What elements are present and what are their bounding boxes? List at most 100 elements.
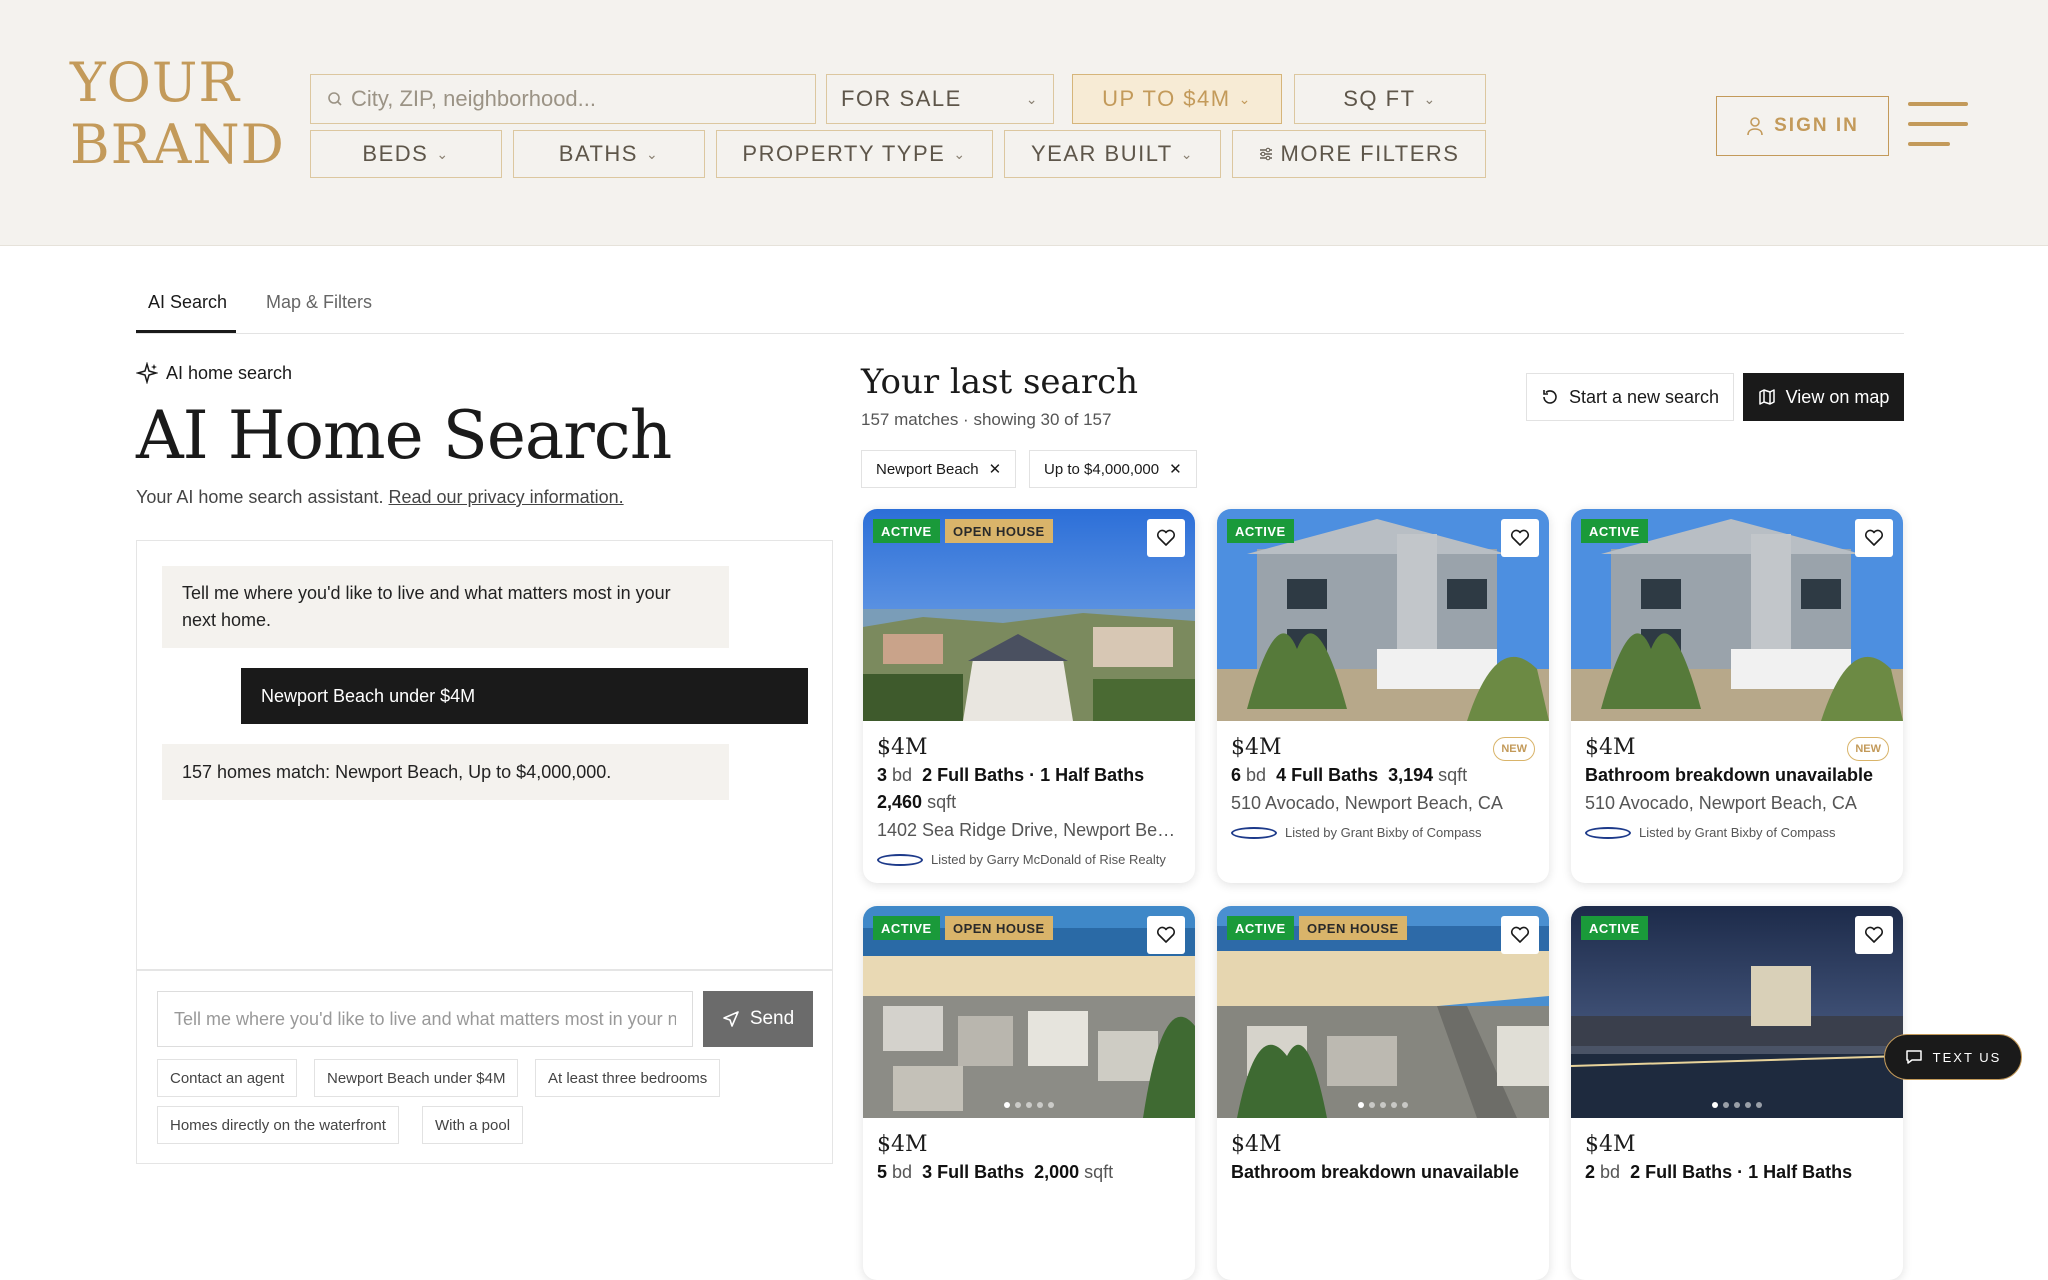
user-icon (1747, 117, 1763, 136)
menu-icon[interactable] (1908, 100, 1968, 150)
listing-sqft: 2,460 sqft (877, 792, 956, 813)
sqft-filter[interactable]: SQ FT ⌄ (1294, 74, 1486, 124)
favorite-button[interactable] (1501, 916, 1539, 954)
listing-card[interactable]: ACTIVE OPEN HOUSE $4M 3 bd 2 Full Baths … (863, 509, 1195, 883)
listing-photo[interactable]: ACTIVE OPEN HOUSE (1217, 906, 1549, 1118)
listing-card[interactable]: ACTIVE OPEN HOUSE $4M 5 bd 3 Full Baths … (863, 906, 1195, 1280)
mls-logo (1231, 826, 1277, 839)
tab-map-filters[interactable]: Map & Filters (266, 292, 372, 313)
more-filters-button[interactable]: MORE FILTERS (1232, 130, 1486, 178)
view-on-map-button[interactable]: View on map (1743, 373, 1904, 421)
chat-message-user: Newport Beach under $4M (241, 668, 808, 724)
property-type-filter[interactable]: PROPERTY TYPE ⌄ (716, 130, 993, 178)
filter-pill[interactable]: Newport Beach ✕ (861, 450, 1017, 488)
suggestion-chip[interactable]: Homes directly on the waterfront (157, 1106, 399, 1144)
suggestion-chip[interactable]: At least three bedrooms (535, 1059, 721, 1097)
location-search[interactable] (310, 74, 816, 124)
close-icon[interactable]: ✕ (989, 460, 1002, 478)
favorite-button[interactable] (1855, 916, 1893, 954)
listing-beds-baths: 2 bd 2 Full Baths · 1 Half Baths (1585, 1162, 1852, 1183)
listing-beds-baths: 3 bd 2 Full Baths · 1 Half Baths (877, 765, 1144, 786)
listing-price: $4M (1231, 1132, 1282, 1157)
photo-carousel-dots[interactable] (1712, 1102, 1762, 1108)
suggestion-chip[interactable]: Newport Beach under $4M (314, 1059, 519, 1097)
beds-count: 2 (1585, 1162, 1596, 1182)
new-search-button[interactable]: Start a new search (1526, 373, 1734, 421)
listing-card[interactable]: ACTIVE $4M NEW Bathroom breakdown unavai… (1571, 509, 1903, 883)
location-search-input[interactable] (351, 86, 791, 112)
heart-icon (1510, 529, 1530, 546)
chevron-down-icon: ⌄ (953, 145, 967, 162)
active-tab-indicator (136, 330, 236, 333)
listing-price: $4M (1585, 735, 1636, 760)
send-icon (723, 1011, 739, 1027)
close-icon[interactable]: ✕ (1169, 460, 1182, 478)
listing-photo[interactable]: ACTIVE (1571, 906, 1903, 1118)
open-house-badge: OPEN HOUSE (945, 519, 1053, 543)
sqft-value: 2,460 (877, 792, 923, 812)
listing-beds-baths: 6 bd 4 Full Baths 3,194 sqft (1231, 765, 1467, 786)
text-us-button[interactable]: TEXT US (1884, 1034, 2022, 1080)
heart-icon (1864, 926, 1884, 943)
listing-card[interactable]: ACTIVE OPEN HOUSE $4M Bathroom breakdown… (1217, 906, 1549, 1280)
filter-pill-label: Newport Beach (876, 460, 979, 478)
chevron-down-icon: ⌄ (1423, 90, 1437, 107)
listing-agent: Listed by Grant Bixby of Compass (1585, 825, 1836, 840)
filter-pill[interactable]: Up to $4,000,000 ✕ (1029, 450, 1197, 488)
listing-card[interactable]: ACTIVE $4M NEW 6 bd 4 Full Baths 3,194 s… (1217, 509, 1549, 883)
listing-bath-unavailable: Bathroom breakdown unavailable (1231, 1162, 1519, 1183)
listing-photo[interactable]: ACTIVE OPEN HOUSE (863, 509, 1195, 721)
new-badge: NEW (1493, 737, 1535, 761)
open-house-badge: OPEN HOUSE (945, 916, 1053, 940)
privacy-link[interactable]: Read our privacy information. (389, 487, 624, 507)
price-filter-label: UP TO $4M (1102, 86, 1231, 111)
beds-filter[interactable]: BEDS ⌄ (310, 130, 502, 178)
baths-info: 3 Full Baths (922, 1162, 1025, 1182)
sqft-value: 3,194 (1388, 765, 1434, 785)
chat-icon (1905, 1050, 1922, 1064)
status-badge: ACTIVE (1227, 916, 1294, 940)
chevron-down-icon: ⌄ (1180, 145, 1194, 162)
price-filter[interactable]: UP TO $4M ⌄ (1072, 74, 1282, 124)
year-built-filter[interactable]: YEAR BUILT ⌄ (1004, 130, 1221, 178)
listing-type-select[interactable]: FOR SALE ⌄ (826, 74, 1054, 124)
mls-logo (1585, 826, 1631, 839)
new-search-label: Start a new search (1568, 386, 1720, 407)
year-built-filter-label: YEAR BUILT (1031, 141, 1173, 166)
chat-input[interactable] (157, 991, 693, 1047)
favorite-button[interactable] (1147, 519, 1185, 557)
suggestion-chip[interactable]: Contact an agent (157, 1059, 298, 1097)
chat-divider (137, 969, 832, 971)
beds-unit: bd (892, 1162, 913, 1182)
send-button[interactable]: Send (703, 991, 813, 1047)
chat-message-bot: Tell me where you'd like to live and wha… (162, 566, 729, 648)
chat-message-text: Newport Beach under $4M (261, 685, 476, 706)
baths-info: 4 Full Baths (1276, 765, 1379, 785)
favorite-button[interactable] (1855, 519, 1893, 557)
listing-agent: Listed by Garry McDonald of Rise Realty (877, 852, 1166, 867)
results-count: 157 matches · showing 30 of 157 (861, 410, 1112, 429)
listing-photo[interactable]: ACTIVE (1571, 509, 1903, 721)
listing-agent-text: Listed by Garry McDonald of Rise Realty (931, 852, 1166, 867)
tab-ai-search[interactable]: AI Search (148, 292, 227, 313)
listing-price: $4M (877, 735, 928, 760)
sign-in-label: SIGN IN (1774, 115, 1859, 136)
status-badge: ACTIVE (873, 519, 940, 543)
baths-filter[interactable]: BATHS ⌄ (513, 130, 705, 178)
heart-icon (1864, 529, 1884, 546)
photo-carousel-dots[interactable] (1004, 1102, 1054, 1108)
listing-address: 510 Avocado, Newport Beach, CA (1585, 793, 1857, 813)
photo-carousel-dots[interactable] (1358, 1102, 1408, 1108)
favorite-button[interactable] (1501, 519, 1539, 557)
favorite-button[interactable] (1147, 916, 1185, 954)
bath-unavailable-text: Bathroom breakdown unavailable (1231, 1162, 1520, 1182)
listing-photo[interactable]: ACTIVE OPEN HOUSE (863, 906, 1195, 1118)
beds-count: 3 (877, 765, 888, 785)
brand-logo[interactable]: YOUR BRAND (70, 52, 285, 176)
listing-photo[interactable]: ACTIVE (1217, 509, 1549, 721)
listing-card[interactable]: ACTIVE $4M 2 bd 2 Full Baths · 1 Half Ba… (1571, 906, 1903, 1280)
sign-in-button[interactable]: SIGN IN (1716, 96, 1889, 156)
suggestion-chip[interactable]: With a pool (422, 1106, 524, 1144)
beds-count: 5 (877, 1162, 888, 1182)
site-header: YOUR BRAND FOR SALE ⌄ UP TO $4M ⌄ SQ FT … (0, 0, 2048, 246)
